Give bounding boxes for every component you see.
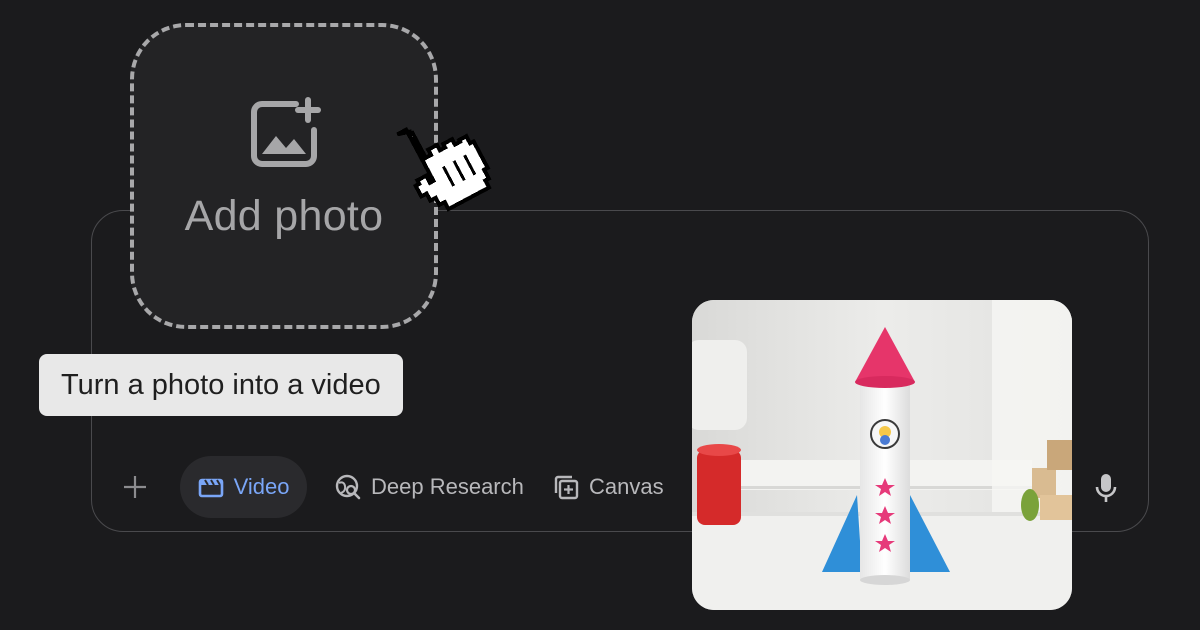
canvas-label: Canvas: [589, 474, 664, 499]
add-button[interactable]: [118, 470, 152, 504]
hand-pointer-icon: [396, 126, 492, 212]
video-tool-button[interactable]: Video: [180, 456, 307, 518]
canvas-button[interactable]: Canvas: [552, 456, 664, 518]
tooltip-text: Turn a photo into a video: [61, 368, 381, 401]
add-photo-icon: [251, 96, 321, 167]
microphone-icon[interactable]: [1093, 472, 1119, 504]
deep-research-button[interactable]: Deep Research: [334, 456, 524, 518]
rocket-toy-photo: [692, 300, 1072, 610]
stage: Add photo Turn a photo into a video Vide…: [0, 0, 1200, 630]
canvas-add-icon: [554, 475, 579, 500]
clapperboard-icon: [198, 478, 223, 498]
add-photo-label: Add photo: [184, 191, 384, 240]
tooltip: Turn a photo into a video: [39, 354, 403, 416]
deep-research-label: Deep Research: [371, 474, 524, 499]
video-tool-label: Video: [233, 474, 290, 499]
rocket-photo-illustration: [692, 300, 1072, 610]
plus-icon: [124, 476, 146, 498]
globe-search-icon: [335, 474, 361, 500]
